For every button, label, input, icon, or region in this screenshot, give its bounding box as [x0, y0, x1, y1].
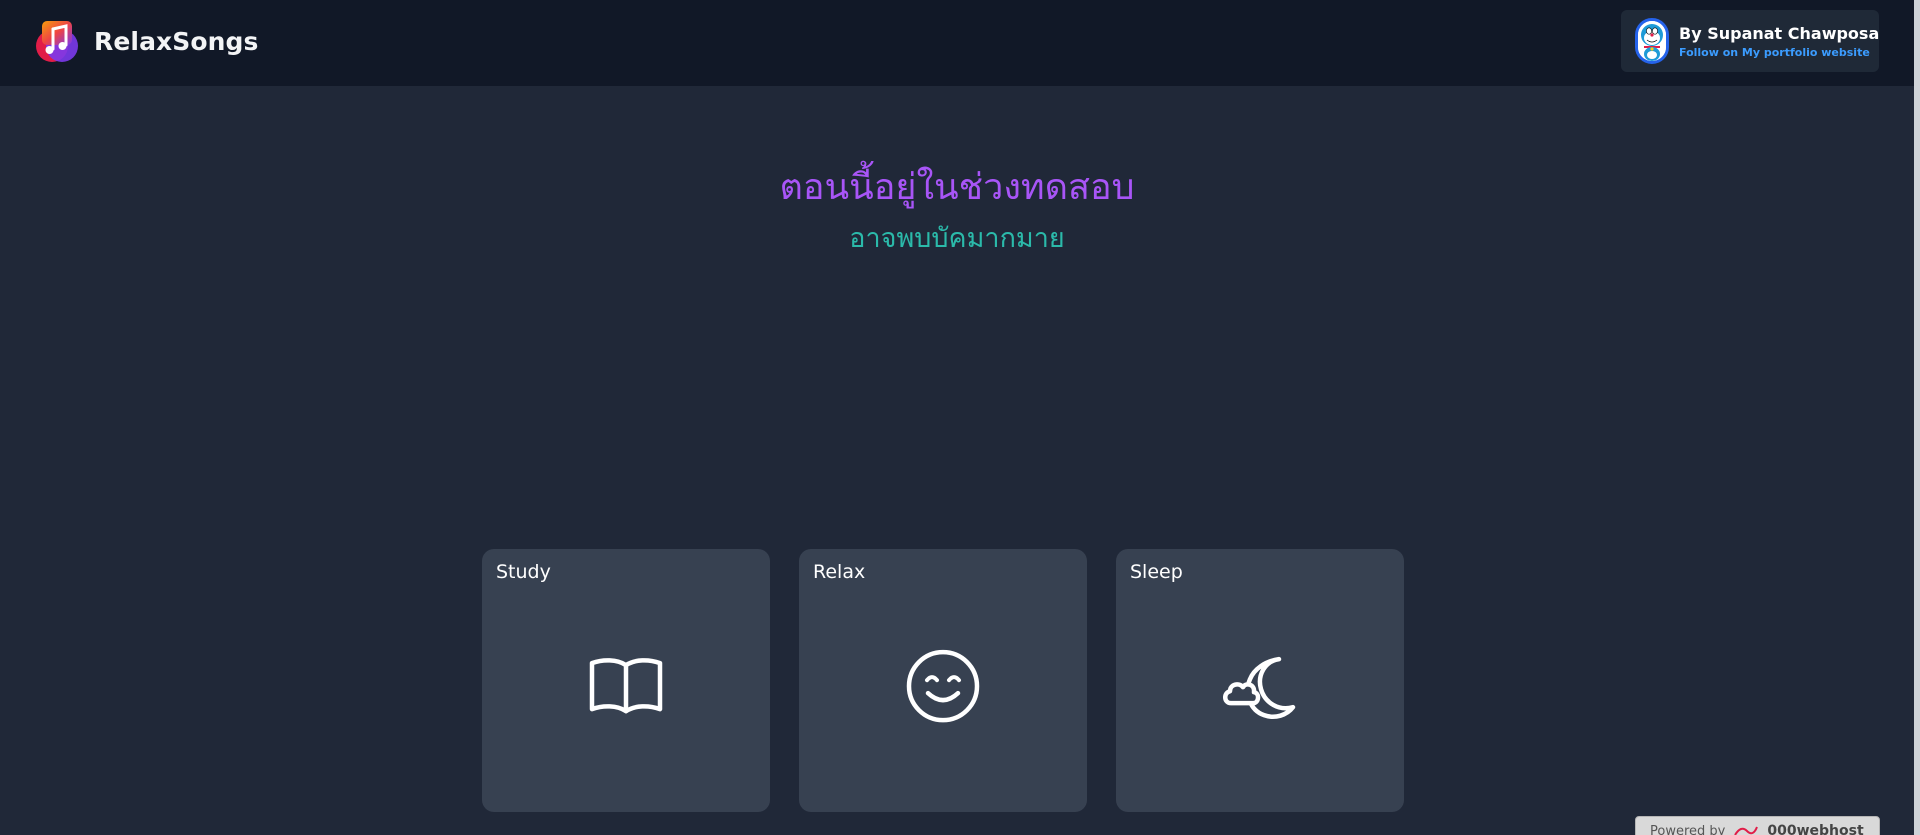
page: RelaxSongs By Supanat Chawposa Follow on… — [0, 0, 1920, 835]
page-scrollbar[interactable] — [1914, 0, 1920, 835]
moon-cloud-icon — [1223, 656, 1296, 719]
top-navbar: RelaxSongs By Supanat Chawposa Follow on… — [0, 0, 1914, 86]
page-title: ตอนนี้อยู่ในช่วงทดสอบ — [779, 167, 1135, 208]
powered-by-brand: 000webhost — [1767, 823, 1864, 835]
powered-by-badge[interactable]: Powered by 000webhost — [1635, 816, 1880, 835]
powered-by-text: Powered by — [1650, 823, 1726, 835]
portfolio-link[interactable]: Follow on My portfolio website — [1679, 46, 1879, 59]
music-note-icon — [36, 21, 78, 62]
category-label-sleep: Sleep — [1130, 561, 1183, 583]
author-name: By Supanat Chawposa — [1679, 23, 1880, 43]
smile-icon — [906, 649, 980, 722]
category-label-study: Study — [496, 561, 551, 583]
author-portfolio-card[interactable]: By Supanat Chawposa Follow on My portfol… — [1621, 10, 1879, 72]
brand-home-link[interactable]: RelaxSongs — [34, 19, 259, 63]
author-text: By Supanat Chawposa Follow on My portfol… — [1679, 24, 1879, 59]
category-label-relax: Relax — [813, 561, 866, 583]
page-subtitle: อาจพบบัคมากมาย — [849, 223, 1065, 254]
category-card-study[interactable]: Study — [482, 549, 770, 812]
category-card-sleep[interactable]: Sleep — [1116, 549, 1404, 812]
category-cards: Study Relax Sleep — [482, 549, 1404, 812]
brand-name: RelaxSongs — [94, 26, 259, 56]
author-avatar — [1635, 18, 1669, 64]
webhost-logo-icon — [1734, 826, 1759, 835]
category-card-relax[interactable]: Relax — [799, 549, 1087, 812]
doraemon-avatar-icon — [1638, 21, 1666, 61]
book-icon — [589, 657, 663, 713]
